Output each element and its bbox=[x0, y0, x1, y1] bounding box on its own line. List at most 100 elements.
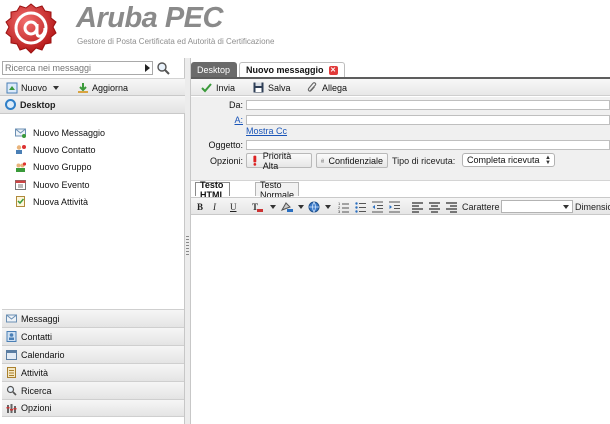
sidebar-item-label: Calendario bbox=[21, 349, 65, 360]
refresh-button[interactable]: Aggiorna bbox=[77, 81, 128, 95]
confidential-button[interactable]: Confidenziale bbox=[316, 153, 388, 168]
search-input[interactable] bbox=[5, 62, 141, 74]
sidebar-item-options[interactable]: Opzioni bbox=[2, 399, 184, 417]
new-document-icon bbox=[6, 82, 18, 94]
contacts-icon bbox=[6, 331, 17, 342]
quick-action-new-contact[interactable]: Nuovo Contatto bbox=[15, 141, 105, 158]
refresh-download-icon bbox=[78, 83, 88, 93]
sidebar-item-contacts[interactable]: Contatti bbox=[2, 327, 184, 345]
exclamation-icon bbox=[253, 155, 257, 166]
search-box[interactable] bbox=[2, 61, 153, 75]
receipt-type-label: Tipo di ricevuta: bbox=[392, 156, 456, 166]
search-play-icon[interactable] bbox=[145, 64, 150, 72]
globe-icon bbox=[5, 99, 16, 110]
quick-action-new-task[interactable]: Nuova Attività bbox=[15, 193, 105, 210]
align-center-icon[interactable] bbox=[429, 201, 440, 213]
quick-action-new-group[interactable]: Nuovo Gruppo bbox=[15, 159, 105, 176]
chevron-down-icon[interactable] bbox=[53, 86, 60, 90]
checkmark-icon bbox=[201, 83, 212, 93]
size-label: Dimensio bbox=[575, 202, 610, 212]
subject-field[interactable] bbox=[246, 140, 610, 150]
compose-form: Da: A: Mostra Cc Oggetto: Opzioni: Prior… bbox=[191, 97, 610, 181]
tab-desktop[interactable]: Desktop bbox=[191, 62, 237, 77]
show-cc-link[interactable]: Mostra Cc bbox=[246, 126, 287, 136]
quick-action-new-event[interactable]: Nuovo Evento bbox=[15, 176, 105, 193]
attach-button[interactable]: Allega bbox=[307, 81, 347, 94]
tab-plain-text[interactable]: Testo Normale bbox=[255, 180, 300, 200]
sidebar-item-messages[interactable]: Messaggi bbox=[2, 309, 184, 327]
main-panel: Desktop Nuovo messaggio ✕ Invia Salva Al… bbox=[191, 58, 610, 424]
high-priority-button[interactable]: Priorità Alta bbox=[246, 150, 312, 171]
insert-link-dropdown[interactable] bbox=[308, 201, 331, 213]
send-button[interactable]: Invia bbox=[201, 81, 235, 94]
search-icon bbox=[6, 385, 17, 396]
quick-action-label: Nuovo Gruppo bbox=[33, 162, 92, 173]
quick-action-label: Nuovo Evento bbox=[33, 179, 90, 190]
tab-new-message[interactable]: Nuovo messaggio ✕ bbox=[239, 62, 345, 77]
quick-action-new-message[interactable]: Nuovo Messaggio bbox=[15, 124, 105, 141]
globe-link-icon bbox=[308, 201, 320, 213]
compose-toolbar: Invia Salva Allega bbox=[191, 79, 610, 96]
highlight-color-dropdown[interactable] bbox=[279, 201, 304, 213]
desktop-section-header[interactable]: Desktop bbox=[0, 96, 185, 114]
bold-button[interactable]: B bbox=[197, 201, 203, 213]
receipt-type-select[interactable]: Completa ricevuta ▲ ▼ bbox=[462, 153, 555, 167]
paperclip-icon bbox=[307, 82, 317, 92]
text-color-icon: T bbox=[252, 202, 263, 212]
high-priority-label: Priorità Alta bbox=[262, 150, 292, 171]
confidential-label: Confidenziale bbox=[328, 155, 383, 166]
sidebar-nav: Messaggi Contatti Calendario Attività Ri… bbox=[2, 309, 184, 417]
quick-action-label: Nuova Attività bbox=[33, 196, 89, 207]
refresh-button-label: Aggiorna bbox=[92, 83, 129, 93]
from-field[interactable] bbox=[246, 100, 610, 110]
new-event-icon bbox=[15, 180, 26, 191]
sidebar-item-tasks[interactable]: Attività bbox=[2, 363, 184, 381]
editor-toolbar: B I U T 123 Carattere Dimensio bbox=[191, 197, 610, 215]
save-button[interactable]: Salva bbox=[253, 81, 291, 94]
sidebar-item-search[interactable]: Ricerca bbox=[2, 381, 184, 399]
message-body-editor[interactable] bbox=[191, 216, 610, 424]
to-label-link[interactable]: A: bbox=[191, 115, 243, 125]
font-label: Carattere bbox=[462, 202, 500, 212]
envelope-icon bbox=[6, 314, 17, 323]
sidebar-item-label: Attività bbox=[21, 367, 49, 378]
underline-button[interactable]: U bbox=[230, 201, 237, 213]
subject-label: Oggetto: bbox=[208, 140, 243, 150]
indent-icon[interactable] bbox=[389, 201, 400, 213]
italic-button[interactable]: I bbox=[213, 201, 216, 213]
highlight-color-icon bbox=[280, 202, 293, 212]
select-arrows-icon: ▲ ▼ bbox=[545, 155, 551, 166]
svg-text:3: 3 bbox=[338, 209, 341, 213]
numbered-list-icon[interactable]: 123 bbox=[338, 201, 349, 213]
quick-action-label: Nuovo Messaggio bbox=[33, 127, 106, 138]
options-label: Opzioni: bbox=[209, 156, 243, 166]
attach-button-label: Allega bbox=[322, 82, 348, 93]
font-select[interactable] bbox=[501, 200, 573, 213]
brand-subtitle: Gestore di Posta Certificata ed Autorità… bbox=[77, 37, 275, 46]
new-message-icon bbox=[15, 128, 26, 139]
tab-strip: Desktop Nuovo messaggio ✕ bbox=[191, 62, 610, 79]
sidebar-item-label: Messaggi bbox=[21, 313, 60, 324]
magnifier-icon[interactable] bbox=[156, 61, 170, 75]
new-group-icon bbox=[16, 162, 26, 172]
close-icon[interactable]: ✕ bbox=[328, 65, 338, 75]
new-contact-icon bbox=[16, 145, 26, 155]
align-left-icon[interactable] bbox=[412, 201, 423, 213]
sidebar-toolbar: Nuovo Aggiorna bbox=[0, 78, 185, 96]
floppy-disk-icon bbox=[253, 82, 264, 93]
sidebar-item-label: Contatti bbox=[21, 331, 53, 342]
new-button-label: Nuovo bbox=[21, 83, 48, 93]
receipt-type-value: Completa ricevuta bbox=[467, 155, 540, 165]
align-right-icon[interactable] bbox=[446, 201, 457, 213]
tab-label: Nuovo messaggio bbox=[246, 65, 324, 75]
aruba-pec-logo-icon bbox=[5, 3, 57, 54]
sidebar-item-calendar[interactable]: Calendario bbox=[2, 345, 184, 363]
bullet-list-icon[interactable] bbox=[355, 201, 366, 213]
splitter-grip-icon[interactable] bbox=[186, 236, 189, 256]
new-button[interactable]: Nuovo bbox=[6, 81, 60, 95]
sidebar-item-label: Opzioni bbox=[21, 403, 52, 413]
outdent-icon[interactable] bbox=[372, 201, 383, 213]
tab-html-text[interactable]: Testo HTML bbox=[195, 180, 230, 200]
to-field[interactable] bbox=[246, 115, 610, 125]
text-color-dropdown[interactable]: T bbox=[251, 201, 276, 213]
